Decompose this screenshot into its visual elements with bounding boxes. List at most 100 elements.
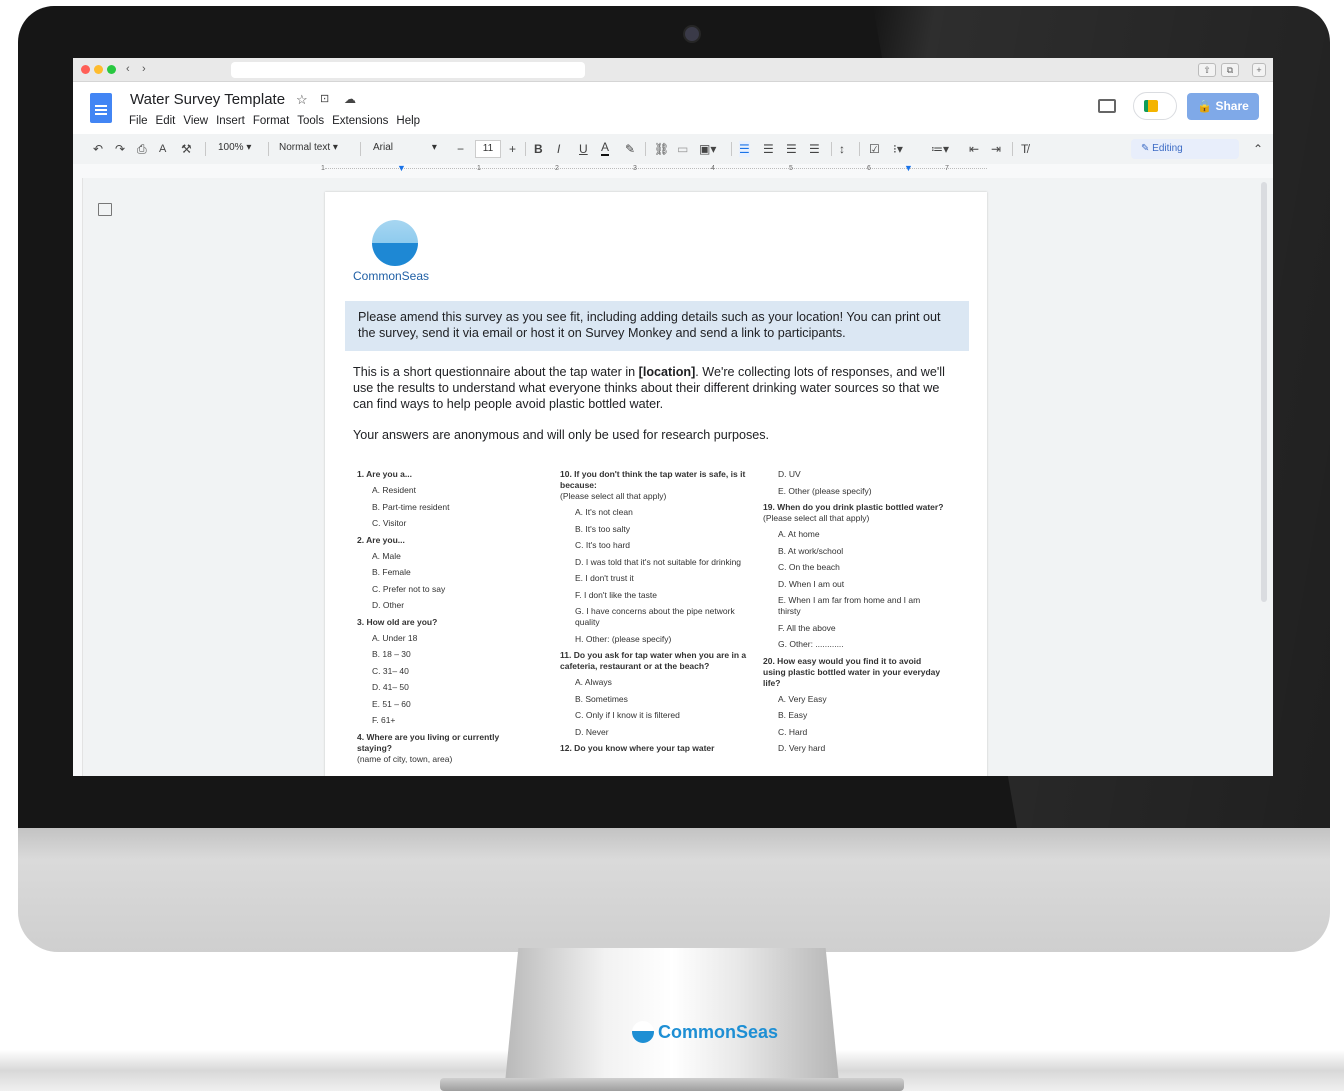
align-center-icon[interactable]: ☰ [763,141,774,157]
option: A. At home [778,529,820,539]
document-outline-icon[interactable] [98,203,112,216]
minimize-window-icon[interactable] [94,65,103,74]
numbered-list-icon[interactable]: ≔▾ [931,141,949,157]
text-color-icon[interactable]: A [601,141,610,156]
indent-marker-icon[interactable]: ▼ [397,163,406,173]
screen: ‹ › ⇧ ⧉ + Water Survey Template ☆ ⊡ ☁ Fi… [73,58,1273,776]
move-folder-icon[interactable]: ⊡ [320,92,329,105]
font-select[interactable]: Arial ▾ [373,142,437,153]
forward-button[interactable]: › [142,63,146,75]
option: F. I don't like the taste [575,589,657,600]
meet-button[interactable] [1133,92,1177,120]
align-right-icon[interactable]: ☰ [786,141,797,157]
decrease-indent-icon[interactable]: ⇤ [969,141,979,157]
menu-help[interactable]: Help [396,115,420,127]
bold-icon[interactable]: B [534,141,543,157]
menu-tools[interactable]: Tools [297,115,324,127]
commonseas-logo-icon [372,220,418,266]
editing-mode-value: Editing [1152,143,1183,154]
print-icon[interactable]: ⎙ [137,141,147,157]
italic-icon[interactable]: I [557,141,560,157]
menu-view[interactable]: View [183,115,208,127]
collapse-menus-icon[interactable]: ⌃ [1253,141,1263,157]
divider [525,142,526,156]
insert-image-icon[interactable]: ▣▾ [699,141,716,157]
question-19: 19. When do you drink plastic bottled wa… [763,502,944,512]
link-icon[interactable]: ⛓ [654,141,669,157]
share-page-icon[interactable]: ⇧ [1198,63,1216,77]
docs-logo-icon[interactable] [90,93,112,123]
option: A. Very Easy [778,693,827,704]
bulleted-list-icon[interactable]: ⁝▾ [893,141,903,157]
menu-format[interactable]: Format [253,115,289,127]
option: C. It's too hard [575,540,631,550]
close-window-icon[interactable] [81,65,90,74]
menu-edit[interactable]: Edit [156,115,176,127]
increase-indent-icon[interactable]: ⇥ [991,141,1001,157]
option: C. Visitor [372,518,407,528]
menu-file[interactable]: File [129,115,148,127]
imac-scene: CommonSeas ‹ › ⇧ ⧉ + Water Survey Templa… [0,0,1344,1091]
vertical-scrollbar[interactable] [1261,182,1267,602]
instructions-banner: Please amend this survey as you see fit,… [345,301,969,351]
menu-insert[interactable]: Insert [216,115,245,127]
option: B. 18 – 30 [372,649,411,659]
share-button[interactable]: 🔒 Share [1187,93,1259,120]
zoom-select[interactable]: 100% ▾ [218,142,251,153]
font-size-input[interactable]: 11 [475,140,501,158]
cloud-status-icon[interactable]: ☁ [344,92,356,106]
document-title[interactable]: Water Survey Template [130,91,285,108]
ruler-mark: 5 [789,165,793,172]
editing-mode-select[interactable]: ✎ Editing [1131,139,1239,159]
highlight-icon[interactable]: ✎ [625,141,635,157]
line-spacing-icon[interactable]: ↕ [839,141,845,157]
option: E. Other (please specify) [778,485,872,496]
option: C. 31– 40 [372,665,409,676]
camera-icon [685,27,699,41]
tabs-icon[interactable]: ⧉ [1221,63,1239,77]
meet-icon [1144,100,1158,112]
docs-header: Water Survey Template ☆ ⊡ ☁ File Edit Vi… [73,82,1273,132]
ruler-mark: 6 [867,165,871,172]
stand-logo-text: CommonSeas [658,1021,779,1042]
monitor-stand-base [440,1078,904,1091]
option: H. Other: (please specify) [575,633,672,644]
align-left-icon[interactable]: ☰ [739,141,750,157]
paint-format-icon[interactable]: ⚒ [181,141,192,157]
maximize-window-icon[interactable] [107,65,116,74]
spellcheck-icon[interactable]: A [159,141,166,157]
option: C. On the beach [778,562,840,572]
underline-icon[interactable]: U [579,141,588,157]
questions-column-1: 1. Are you a... A. Resident B. Part-time… [357,469,517,765]
star-icon[interactable]: ☆ [296,92,308,108]
questions-column-2: 10. If you don't think the tap water is … [560,469,752,759]
right-indent-marker-icon[interactable]: ▼ [904,163,913,173]
new-tab-icon[interactable]: + [1252,63,1266,77]
option: F. All the above [778,622,836,633]
justify-icon[interactable]: ☰ [809,141,820,157]
increase-font-size-button[interactable]: + [509,141,516,157]
undo-icon[interactable]: ↶ [93,141,103,157]
checklist-icon[interactable]: ☑ [869,141,880,157]
comments-icon[interactable] [1098,99,1116,113]
address-bar[interactable] [231,62,585,78]
option: D. Very hard [778,743,826,753]
question-19-hint: (Please select all that apply) [763,513,870,523]
document-page[interactable]: CommonSeas Please amend this survey as y… [325,192,987,776]
browser-titlebar: ‹ › ⇧ ⧉ + [73,58,1273,82]
option: F. 61+ [372,715,396,725]
clear-formatting-icon[interactable]: T̸ [1021,141,1028,157]
redo-icon[interactable]: ↷ [115,141,125,157]
question-3: 3. How old are you? [357,616,438,627]
decrease-font-size-button[interactable]: − [457,141,464,157]
question-12: 12. Do you know where your tap water [560,743,715,753]
back-button[interactable]: ‹ [126,63,130,75]
option: E. When I am far from home and I am thir… [778,595,921,616]
menu-extensions[interactable]: Extensions [332,115,388,127]
option: B. Sometimes [575,693,628,704]
add-comment-icon[interactable]: ▭ [677,141,688,157]
logo-text: CommonSeas [353,269,430,283]
share-label: Share [1215,99,1249,113]
style-select[interactable]: Normal text ▾ [279,142,338,153]
question-10: 10. If you don't think the tap water is … [560,469,746,490]
